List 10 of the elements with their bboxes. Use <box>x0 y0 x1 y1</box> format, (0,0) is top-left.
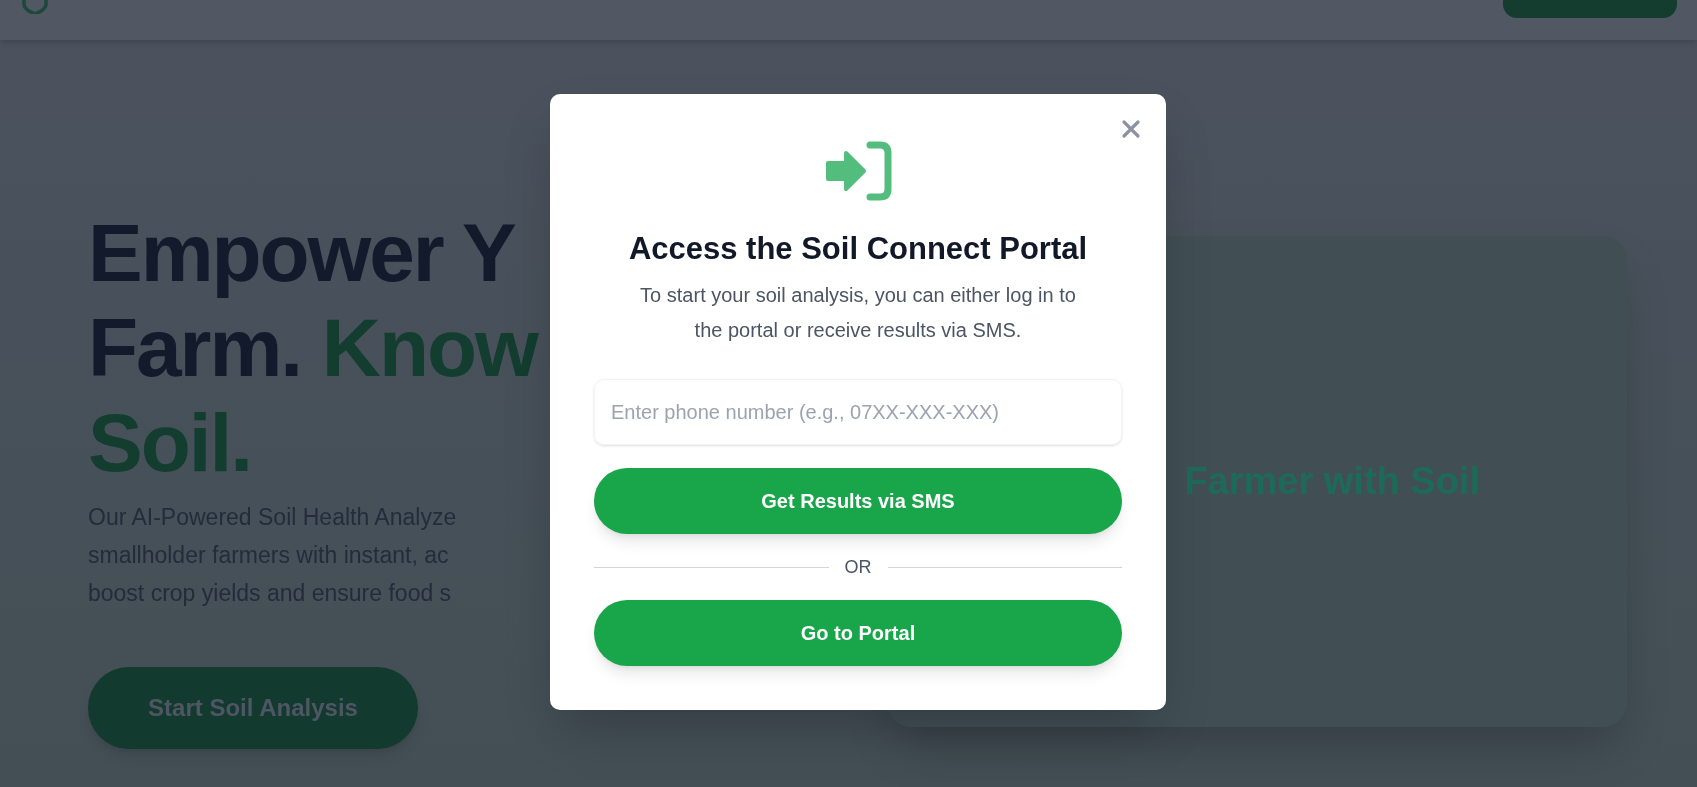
portal-button[interactable]: Go to Portal <box>594 600 1122 666</box>
phone-input-field[interactable]: Enter phone number (e.g., 07XX-XXX-XXX) <box>594 379 1122 445</box>
start-analysis-button[interactable]: Start Soil Analysis <box>88 667 418 749</box>
login-icon <box>824 141 892 201</box>
close-icon[interactable] <box>1120 118 1142 140</box>
modal-subtitle: To start your soil analysis, you can either log in to the portal or receive results via SMS. <box>640 283 1076 343</box>
sms-button[interactable]: Get Results via SMS <box>594 468 1122 534</box>
divider-label: OR <box>843 555 873 579</box>
modal-title: Access the Soil Connect Portal <box>628 231 1088 267</box>
header-button[interactable] <box>1503 0 1677 18</box>
